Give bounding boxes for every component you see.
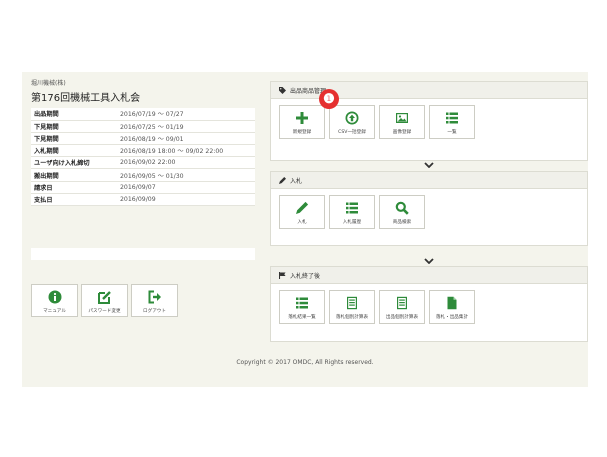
schedule-label: 出品期間 (31, 108, 117, 121)
account-buttons: マニュアル パスワード変更 ログアウト (31, 284, 178, 317)
schedule-label: 下見期間 (31, 120, 117, 133)
bid-label: 入札 (297, 220, 307, 225)
schedule-value: 2016/07/19 ～ 07/27 (117, 108, 255, 121)
chevron-down-icon (424, 258, 434, 264)
after-auction-panel: 入札終了後 落札結果一覧 落札個別計算表 出品個別計算表 落札・出品集計 (270, 266, 588, 342)
change-password-label: パスワード変更 (88, 309, 121, 314)
schedule-value: 2016/09/07 (117, 181, 255, 194)
bidding-panel-title: 入札 (290, 177, 303, 185)
chevron-down-icon (424, 162, 434, 168)
schedule-label: ユーザ向け入札締切 (31, 156, 117, 170)
schedule-label: 下見期間 (31, 132, 117, 146)
search-icon (395, 201, 409, 215)
step-number-badge: ❶ (319, 89, 339, 109)
footer-copyright: Copyright © 2017 OMDC, All Rights reserv… (236, 359, 374, 366)
change-password-button[interactable]: パスワード変更 (81, 284, 128, 317)
plus-icon (296, 112, 308, 124)
schedule-label: 入札期間 (31, 144, 117, 158)
flag-icon (279, 271, 286, 279)
schedule-label: 搬出期間 (31, 168, 117, 182)
schedule-label: 請求日 (31, 181, 117, 194)
winning-results-label: 落札結果一覧 (288, 315, 316, 320)
listing-list-label: 一覧 (447, 130, 457, 135)
auction-title: 第176回機械工具入札会 (31, 93, 141, 104)
csv-upload-label: CSV一括登録 (338, 130, 366, 135)
product-search-label: 商品検索 (392, 220, 412, 225)
new-listing-button[interactable]: 新規登録 (279, 105, 325, 139)
schedule-value: 2016/08/19 ～ 09/01 (117, 132, 255, 146)
schedule-value: 2016/09/02 22:00 (117, 156, 255, 170)
logout-button[interactable]: ログアウト (131, 284, 178, 317)
after-auction-panel-header: 入札終了後 (271, 267, 587, 284)
upload-icon (345, 111, 359, 125)
listing-list-button[interactable]: 一覧 (429, 105, 475, 139)
bid-button[interactable]: 入札 (279, 195, 325, 229)
logout-icon (148, 290, 161, 304)
new-listing-label: 新規登録 (292, 130, 312, 135)
after-auction-panel-title: 入札終了後 (290, 272, 321, 280)
document-icon (397, 296, 407, 310)
schedule-value: 2016/09/09 (117, 193, 255, 207)
winning-statement-button[interactable]: 落札個別計算表 (329, 290, 375, 324)
table-row: 支払日 2016/09/09 (31, 193, 255, 207)
list-icon (446, 112, 458, 124)
table-row: 下見期間 2016/07/25 ～ 01/19 (31, 120, 255, 133)
listing-statement-button[interactable]: 出品個別計算表 (379, 290, 425, 324)
empty-bar (31, 248, 255, 260)
logout-label: ログアウト (143, 309, 166, 314)
summary-label: 落札・出品集計 (435, 315, 469, 320)
file-icon (447, 296, 457, 310)
image-upload-button[interactable]: 画像登録 (379, 105, 425, 139)
listing-statement-label: 出品個別計算表 (385, 315, 419, 320)
table-row: 出品期間 2016/07/19 ～ 07/27 (31, 108, 255, 121)
schedule-value: 2016/08/19 18:00 ～ 09/02 22:00 (117, 144, 255, 158)
company-name: 堀川機械(株) (31, 80, 66, 87)
bidding-panel-header: 入札 (271, 172, 587, 189)
bid-history-label: 入札履歴 (342, 220, 362, 225)
summary-button[interactable]: 落札・出品集計 (429, 290, 475, 324)
product-search-button[interactable]: 商品検索 (379, 195, 425, 229)
pencil-icon (296, 201, 309, 214)
edit-icon (97, 291, 111, 304)
pencil-icon (279, 176, 286, 184)
image-upload-label: 画像登録 (392, 130, 412, 135)
table-row: 請求日 2016/09/07 (31, 181, 255, 194)
winning-results-button[interactable]: 落札結果一覧 (279, 290, 325, 324)
list-icon (296, 297, 308, 309)
schedule-label: 支払日 (31, 193, 117, 207)
table-row: ユーザ向け入札締切 2016/09/02 22:00 (31, 156, 255, 170)
table-row: 入札期間 2016/08/19 18:00 ～ 09/02 22:00 (31, 144, 255, 158)
bidding-panel: 入札 入札 入札履歴 商品検索 (270, 171, 588, 246)
csv-upload-button[interactable]: CSV一括登録 (329, 105, 375, 139)
listing-panel: 出品商品管理 新規登録 CSV一括登録 画像登録 一覧 (270, 81, 588, 161)
list-icon (346, 202, 358, 214)
schedule-value: 2016/09/05 ～ 01/30 (117, 168, 255, 182)
schedule-table: 出品期間 2016/07/19 ～ 07/27 下見期間 2016/07/25 ～ … (31, 108, 255, 207)
manual-label: マニュアル (43, 309, 66, 314)
info-icon (48, 290, 61, 304)
table-row: 搬出期間 2016/09/05 ～ 01/30 (31, 168, 255, 182)
bid-history-button[interactable]: 入札履歴 (329, 195, 375, 229)
image-icon (396, 113, 408, 123)
tag-icon (279, 86, 286, 94)
document-icon (347, 296, 357, 310)
schedule-value: 2016/07/25 ～ 01/19 (117, 120, 255, 133)
table-row: 下見期間 2016/08/19 ～ 09/01 (31, 132, 255, 146)
manual-button[interactable]: マニュアル (31, 284, 78, 317)
app-container: 堀川機械(株) 第176回機械工具入札会 出品期間 2016/07/19 ～ 07… (22, 72, 588, 387)
winning-statement-label: 落札個別計算表 (335, 315, 369, 320)
